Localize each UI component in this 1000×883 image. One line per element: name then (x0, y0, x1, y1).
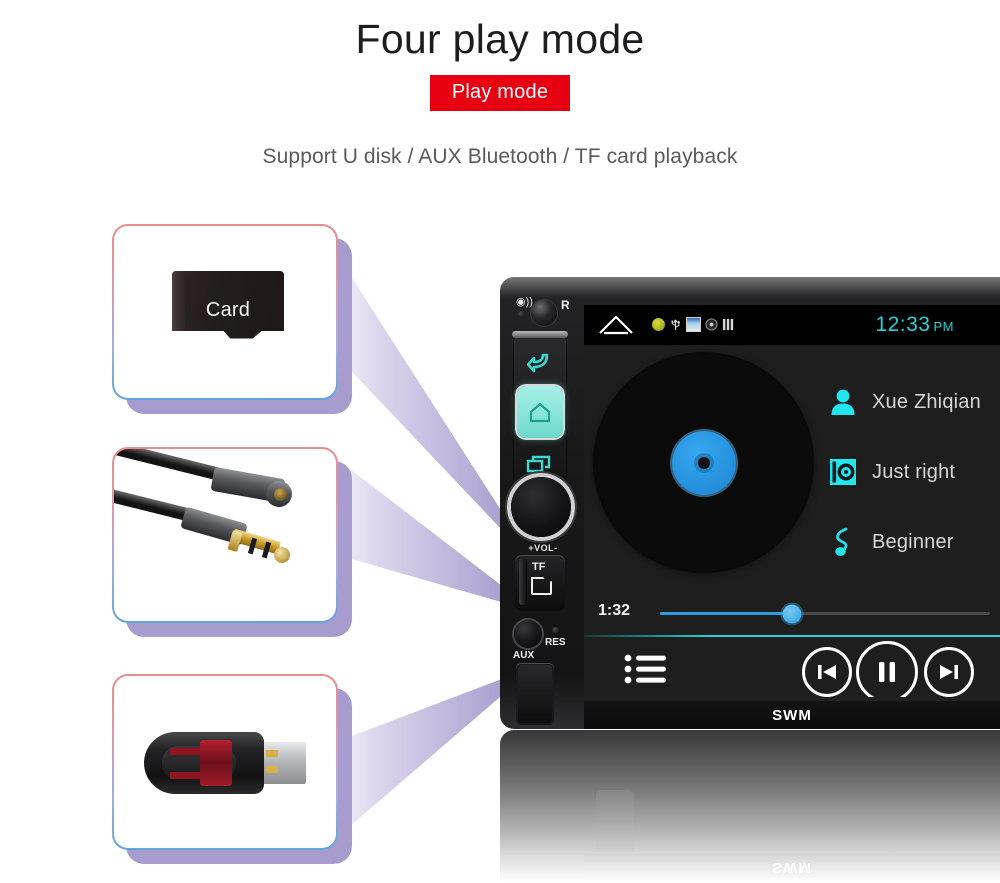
track-row-album: Just right (828, 437, 998, 507)
home-icon (529, 402, 551, 423)
current-time: 1:32 (598, 602, 631, 619)
tf-label: TF (532, 561, 546, 573)
brand-bar: SWM (584, 701, 1000, 729)
status-icon-tray (652, 317, 735, 332)
play-pause-button[interactable] (856, 641, 918, 697)
song-name: Beginner (872, 530, 954, 553)
reflection-usb-port (596, 790, 634, 852)
playback-controls (584, 641, 1000, 697)
aux-cable-icon (114, 449, 336, 621)
vinyl-spindle-hole (697, 456, 710, 469)
res-pinhole[interactable] (552, 627, 559, 634)
aux-jack[interactable] (514, 620, 542, 648)
track-info: Xue Zhiqian Just right Beginner (828, 367, 998, 577)
volume-label: +VOL- (528, 543, 558, 553)
usb-icon (671, 319, 680, 331)
reflection-brand-bar: SWM (584, 854, 1000, 882)
previous-button[interactable] (802, 647, 852, 697)
page-title: Four play mode (355, 16, 645, 62)
progress-handle[interactable] (782, 604, 802, 623)
divider (584, 635, 1000, 637)
gallery-icon (686, 317, 701, 332)
volume-knob[interactable] (511, 477, 571, 537)
next-track-icon (940, 665, 958, 679)
ir-sensor-icon (531, 300, 557, 326)
album-name: Just right (872, 460, 956, 483)
brand-label: SWM (772, 706, 812, 724)
music-note-icon (828, 527, 858, 557)
reflection-brand-label: SWM (772, 859, 812, 877)
pause-icon (879, 662, 895, 682)
clock-ampm: PM (933, 319, 954, 334)
tf-slot-opening (519, 559, 527, 605)
aux-label: AUX (513, 650, 535, 661)
badge-container: Play mode (0, 75, 1000, 111)
microsd-card-icon: Card (114, 226, 336, 398)
artist-name: Xue Zhiqian (872, 390, 981, 413)
multitask-icon (526, 455, 551, 473)
subtitle: Support U disk / AUX Bluetooth / TF card… (262, 145, 738, 168)
usb-port[interactable] (516, 663, 554, 725)
progress-slider[interactable] (660, 604, 990, 623)
control-panel: ◉)) R +VOL- TF AUX RES (504, 285, 580, 725)
unit-reflection: SWM (500, 730, 1000, 882)
disc-icon (705, 318, 718, 331)
status-bar: 12:33 PM (584, 305, 1000, 345)
vinyl-record-icon[interactable] (596, 355, 811, 570)
back-arrow-icon (527, 353, 549, 373)
track-row-artist: Xue Zhiqian (828, 367, 998, 437)
card-frame (112, 447, 338, 623)
progress-fill (660, 612, 792, 615)
res-label: RES (545, 637, 566, 648)
person-icon (828, 387, 858, 417)
clock-time: 12:33 (875, 313, 931, 336)
back-button[interactable] (518, 339, 562, 385)
product-card-aux (112, 447, 352, 637)
car-stereo-unit: ◉)) R +VOL- TF AUX RES 12:33 PM Xue Zhiq… (500, 277, 1000, 729)
home-button[interactable] (517, 386, 563, 438)
progress-area: 1:32 (584, 595, 1000, 631)
track-row-song: Beginner (828, 507, 998, 577)
playlist-icon[interactable] (624, 653, 668, 685)
header: Four play mode Play mode Support U disk … (0, 0, 1000, 169)
play-mode-badge: Play mode (429, 75, 571, 111)
album-icon (828, 457, 858, 487)
usb-flash-drive-icon (114, 676, 336, 848)
status-clock: 12:33 PM (875, 313, 954, 337)
reset-pinhole[interactable] (518, 311, 525, 318)
notification-badge-icon (652, 318, 665, 331)
pad-rail-top (512, 331, 568, 338)
touchscreen[interactable]: 12:33 PM Xue Zhiqian Just right Beginner… (584, 305, 1000, 697)
ir-label: R (561, 298, 570, 312)
card-frame (112, 674, 338, 850)
product-card-tf: Card (112, 224, 352, 414)
home-outline-icon[interactable] (598, 313, 634, 337)
card-frame: Card (112, 224, 338, 400)
signal-bars-icon (722, 318, 734, 331)
previous-track-icon (818, 665, 836, 679)
microphone-icon: ◉)) (516, 296, 533, 308)
next-button[interactable] (924, 647, 974, 697)
product-card-usb (112, 674, 352, 864)
